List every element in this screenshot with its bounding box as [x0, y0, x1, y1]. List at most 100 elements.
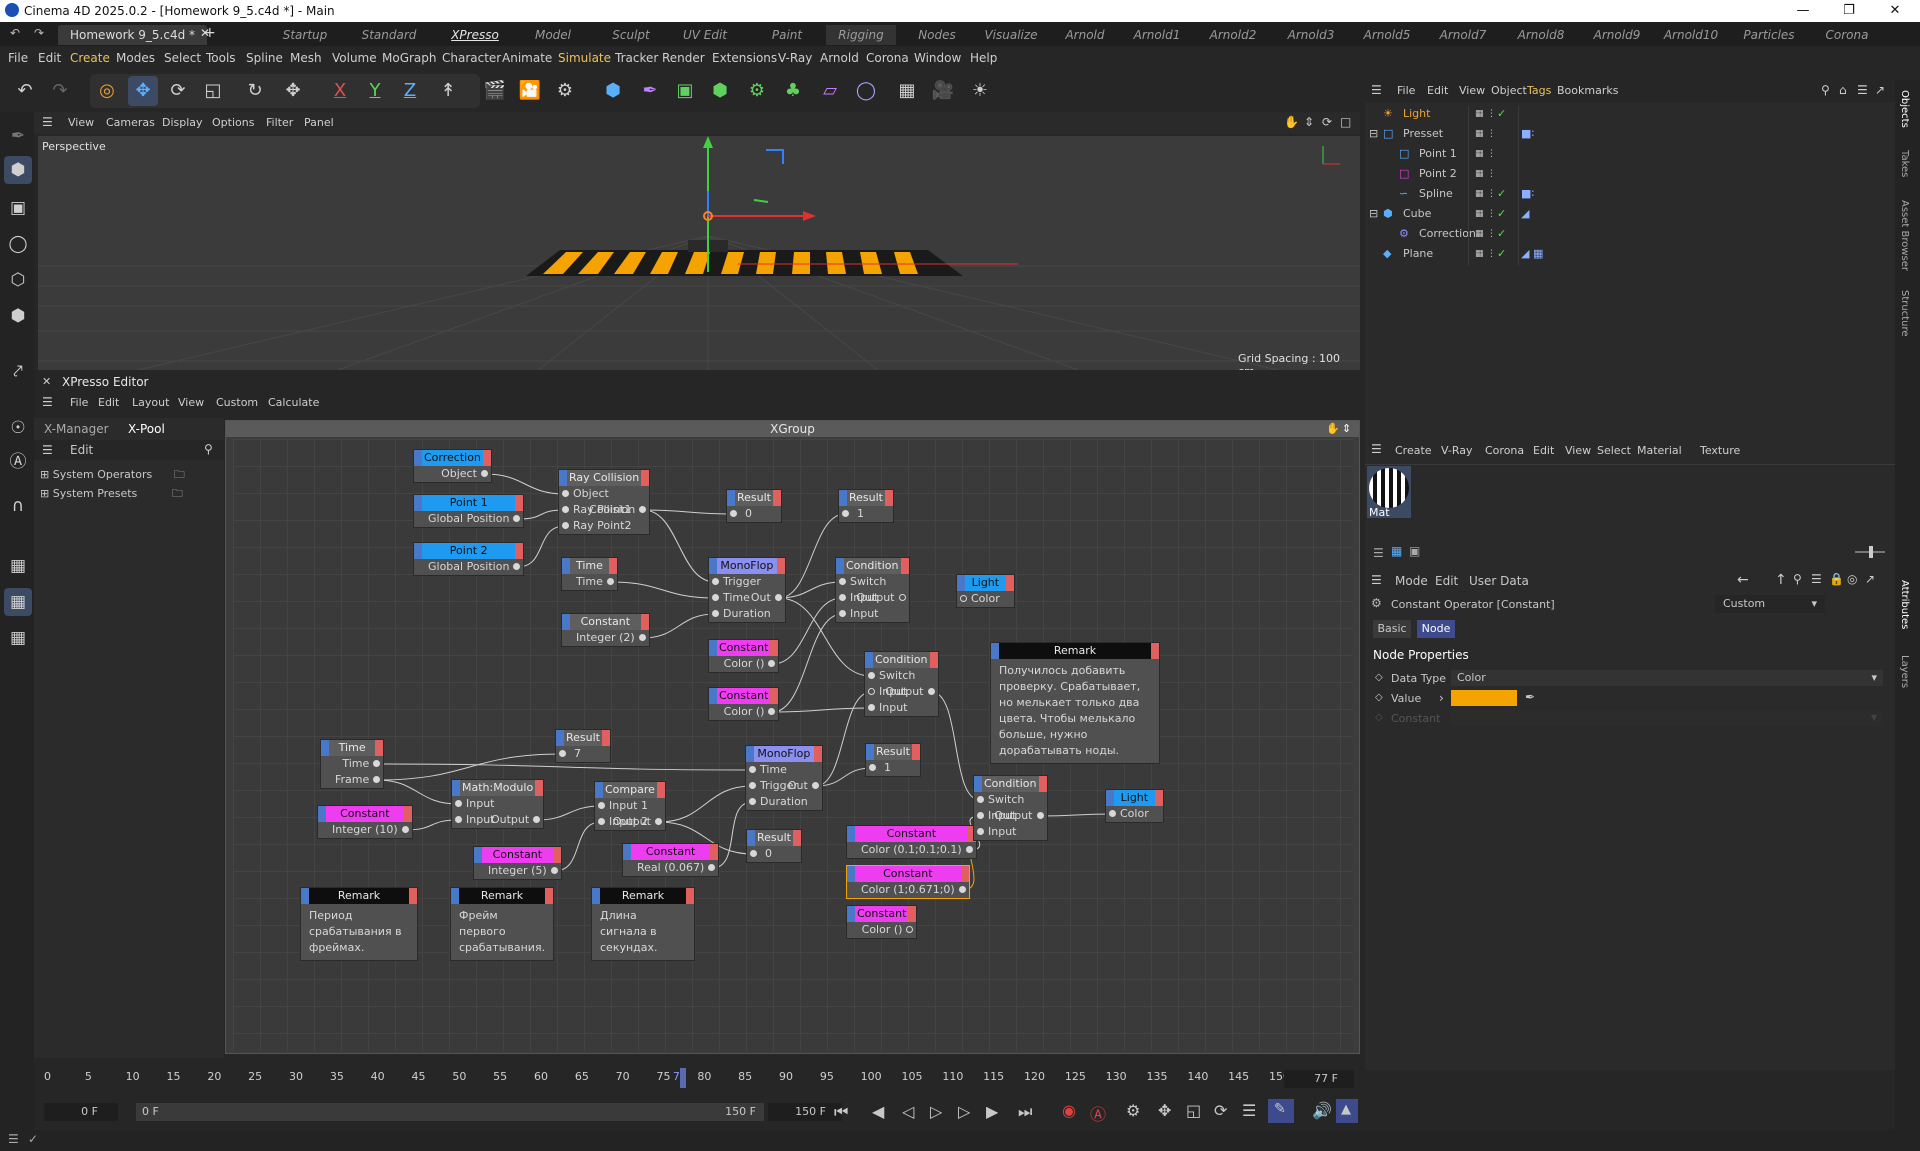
tag-icon[interactable]: ■∶	[1521, 124, 1534, 144]
list-view-icon[interactable]: ☰	[1373, 546, 1384, 560]
material-menu-create[interactable]: Create	[1395, 444, 1432, 457]
menu-mesh[interactable]: Mesh	[290, 51, 322, 65]
node-point1[interactable]: Point 1 Global Position	[413, 494, 525, 528]
layout-tab-arnold9[interactable]: Arnold9	[1582, 25, 1652, 45]
camera-icon[interactable]: 🎥	[928, 76, 958, 106]
node-cond3[interactable]: Condition Switch Input Output Input	[973, 775, 1048, 841]
viewport-menu-options[interactable]: Options	[212, 116, 254, 129]
render-dots-icon[interactable]: ⋮	[1487, 104, 1496, 124]
object-row-point-2[interactable]: □ Point 2 ▦ ⋮	[1365, 164, 1845, 184]
cube-icon[interactable]: ⬢	[598, 76, 628, 106]
xpresso-menu-edit[interactable]: Edit	[98, 396, 119, 409]
object-row-correction[interactable]: ⚙ Correction ▦ ⋮ ✓	[1365, 224, 1845, 244]
port-dot[interactable]	[768, 708, 776, 715]
layout-tab-arnold1[interactable]: Arnold1	[1122, 25, 1192, 45]
layout-tab-arnold[interactable]: Arnold	[1050, 25, 1120, 45]
port-dot[interactable]	[749, 782, 756, 789]
objects-menu-object[interactable]: Object	[1491, 84, 1527, 97]
node-remark4[interactable]: Remark Длина сигнала в секундах.	[591, 887, 695, 961]
port-dot[interactable]	[749, 766, 756, 773]
go-to-end-icon[interactable]: ⏭	[1018, 1102, 1032, 1122]
viewport-menu-cameras[interactable]: Cameras	[106, 116, 155, 129]
pan-view-icon[interactable]: ✋	[1284, 115, 1299, 129]
menu-volume[interactable]: Volume	[332, 51, 377, 65]
expand-icon[interactable]: ⊟	[1369, 124, 1378, 144]
mograph-icon[interactable]: ♣	[778, 76, 808, 106]
object-row-spline[interactable]: ∽ Spline ▦ ⋮ ✓ ■∶	[1365, 184, 1845, 204]
snap-icon[interactable]: ☉	[4, 414, 32, 442]
node-result4[interactable]: Result 1	[865, 743, 921, 777]
menu-window[interactable]: Window	[914, 51, 961, 65]
editor-visibility-icon[interactable]: ▦	[1475, 184, 1484, 204]
enabled-check-icon[interactable]: ✓	[1497, 244, 1506, 264]
port-dot[interactable]	[749, 798, 756, 805]
hamburger-icon[interactable]: ☰	[42, 395, 53, 409]
xpresso-menu-custom[interactable]: Custom	[216, 396, 258, 409]
node-constc2[interactable]: Constant Color ()	[708, 687, 780, 721]
field-icon[interactable]: ▱	[815, 76, 845, 106]
tag-icon[interactable]: ◢ ▦	[1521, 244, 1543, 264]
z-axis-button[interactable]: Z	[395, 76, 425, 106]
port-dot[interactable]	[654, 818, 662, 825]
key-scale-icon[interactable]: ◱	[1186, 1101, 1201, 1120]
port-dot[interactable]	[455, 816, 462, 823]
objects-menu-bookmarks[interactable]: Bookmarks	[1557, 84, 1618, 97]
key-pla-toggle[interactable]: ✎	[1268, 1099, 1294, 1123]
port-dot[interactable]	[977, 828, 984, 835]
menu-edit[interactable]: Edit	[38, 51, 61, 65]
menu-modes[interactable]: Modes	[116, 51, 155, 65]
material-menu-texture[interactable]: Texture	[1700, 444, 1740, 457]
cloner-icon[interactable]: ⚙	[742, 76, 772, 106]
start-frame-field[interactable]: 0 F	[44, 1103, 118, 1121]
render-dots-icon[interactable]: ⋮	[1487, 224, 1496, 244]
port-dot[interactable]	[562, 522, 569, 529]
port-dot[interactable]	[958, 886, 966, 893]
transform-icon[interactable]: ✥	[278, 76, 308, 106]
workplane-lock-icon[interactable]: ▦	[4, 588, 32, 616]
tab-objects[interactable]: Objects	[1899, 90, 1910, 128]
editor-visibility-icon[interactable]: ▦	[1475, 204, 1484, 224]
autokey-icon[interactable]: Ⓐ	[1090, 1101, 1106, 1125]
menu-create[interactable]: Create	[70, 51, 110, 65]
rotate-tool-icon[interactable]: ↻	[240, 76, 270, 106]
viewport-menu-view[interactable]: View	[68, 116, 94, 129]
layout-tab-paint[interactable]: Paint	[752, 25, 822, 45]
layout-tab-arnold2[interactable]: Arnold2	[1198, 25, 1268, 45]
port-dot[interactable]	[562, 490, 569, 497]
preset-dropdown[interactable]: Custom ▾	[1715, 595, 1825, 613]
render-dots-icon[interactable]: ⋮	[1487, 204, 1496, 224]
node-cond2[interactable]: Condition Switch Input Output Input	[864, 651, 939, 717]
pen-icon[interactable]: ✒	[635, 76, 665, 106]
hamburger-icon[interactable]: ☰	[1371, 83, 1382, 97]
object-row-point-1[interactable]: □ Point 1 ▦ ⋮	[1365, 144, 1845, 164]
keyframe-diamond-icon[interactable]: ◇	[1375, 692, 1383, 703]
layout-tab-arnold10[interactable]: Arnold10	[1656, 25, 1726, 45]
scale-icon[interactable]: ◱	[198, 76, 228, 106]
xpresso-menu-file[interactable]: File	[70, 396, 88, 409]
next-key-icon[interactable]: ▶	[986, 1102, 998, 1121]
workplane-axis-icon[interactable]: ▦	[4, 624, 32, 652]
move-icon[interactable]: ✥	[128, 76, 158, 106]
add-tab-icon[interactable]: +	[204, 25, 216, 41]
tab-structure[interactable]: Structure	[1899, 290, 1910, 337]
rotate-icon[interactable]: ⟳	[163, 76, 193, 106]
node-constc4[interactable]: Constant Color (1;0.671;0)	[846, 865, 970, 899]
viewport-menu-panel[interactable]: Panel	[304, 116, 334, 129]
editor-visibility-icon[interactable]: ▦	[1475, 104, 1484, 124]
model-mode-icon[interactable]: ⬢	[4, 156, 32, 184]
close-icon[interactable]: ✕	[1872, 0, 1918, 22]
node-result5[interactable]: Result 0	[746, 829, 802, 863]
texture-mode-icon[interactable]: ▣	[4, 194, 32, 222]
tab-basic[interactable]: Basic	[1373, 620, 1411, 638]
port-dot[interactable]	[898, 594, 906, 601]
tab-node[interactable]: Node	[1417, 620, 1455, 638]
layout-tab-arnold5[interactable]: Arnold5	[1352, 25, 1422, 45]
port-dot[interactable]	[1036, 812, 1044, 819]
render-dots-icon[interactable]: ⋮	[1487, 164, 1496, 184]
node-const2[interactable]: Constant Integer (10)	[317, 805, 413, 839]
menu-tools[interactable]: Tools	[206, 51, 236, 65]
new-window-icon[interactable]: ↗	[1865, 572, 1875, 586]
node-remark1[interactable]: Remark Получилось добавить проверку. Сраб…	[990, 642, 1160, 764]
port-dot[interactable]	[868, 688, 875, 695]
node-monoflop2[interactable]: MonoFlop Time Trigger Out Duration	[745, 745, 823, 811]
